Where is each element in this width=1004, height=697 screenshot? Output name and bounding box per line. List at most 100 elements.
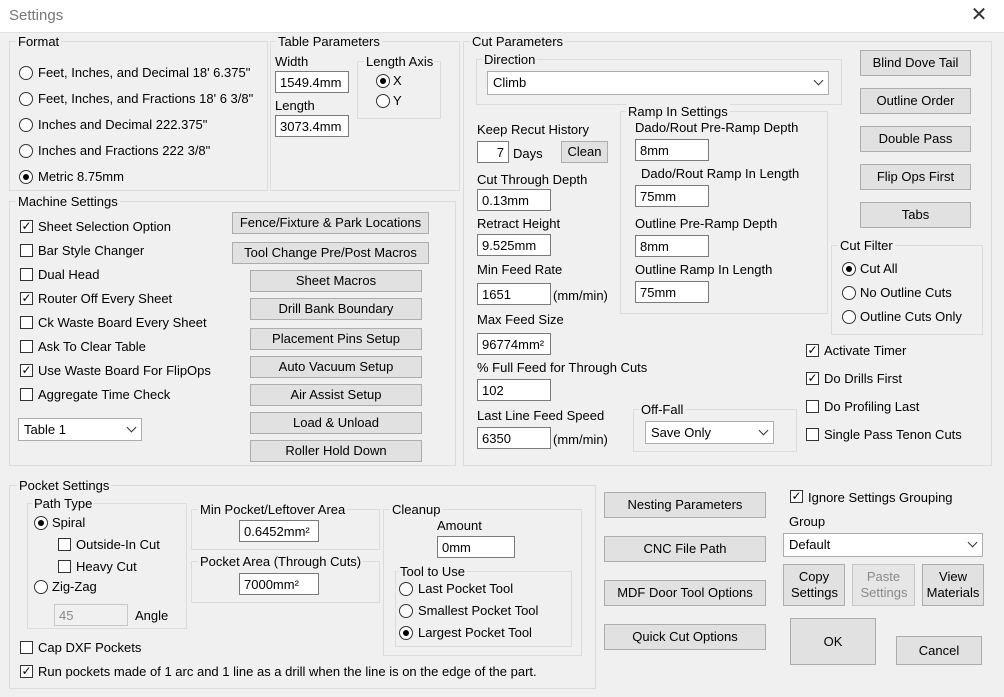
cut-filter-radio[interactable] [842, 286, 856, 300]
pocket-option-button[interactable]: MDF Door Tool Options [604, 580, 766, 606]
max-feed-input[interactable] [477, 333, 551, 355]
cut-option-checkbox[interactable]: ✓ [806, 372, 819, 385]
format-option-radio[interactable] [19, 66, 33, 80]
direction-select[interactable]: Climb [487, 71, 829, 95]
direction-value: Climb [493, 75, 527, 90]
machine-option-checkbox[interactable]: ✓ [20, 220, 33, 233]
axis-x-radio[interactable] [376, 74, 390, 88]
machine-option-checkbox[interactable] [20, 340, 33, 353]
pocket-option-button[interactable]: Quick Cut Options [604, 624, 766, 650]
format-option-label: Inches and Fractions 222 3/8" [38, 143, 211, 158]
copy-settings-button[interactable]: Copy Settings [783, 564, 845, 606]
machine-settings-button[interactable]: Drill Bank Boundary [250, 298, 422, 320]
retract-input[interactable] [477, 234, 551, 256]
machine-option-checkbox[interactable] [20, 388, 33, 401]
spiral-radio[interactable] [34, 516, 48, 530]
cancel-button[interactable]: Cancel [896, 636, 982, 665]
cut-option-button[interactable]: Flip Ops First [860, 164, 971, 190]
ok-button[interactable]: OK [790, 618, 876, 665]
cut-through-input[interactable] [477, 189, 551, 211]
tool-label: Largest Pocket Tool [418, 625, 532, 640]
ramp-title: Ramp In Settings [626, 104, 730, 119]
width-input[interactable] [275, 71, 349, 93]
machine-option-checkbox[interactable]: ✓ [20, 364, 33, 377]
machine-option-label: Use Waste Board For FlipOps [38, 363, 211, 378]
cut-option-button[interactable]: Outline Order [860, 88, 971, 114]
format-option-radio[interactable] [19, 170, 33, 184]
machine-settings-button[interactable]: Load & Unload [250, 412, 422, 434]
run-pockets-checkbox[interactable]: ✓ [20, 665, 33, 678]
outline-pre-label: Outline Pre-Ramp Depth [635, 216, 778, 231]
tool-radio[interactable] [399, 604, 413, 618]
dado-pre-input[interactable] [635, 139, 709, 161]
keep-recut-input[interactable] [477, 141, 509, 163]
offfall-title: Off-Fall [639, 402, 686, 417]
keep-recut-label: Keep Recut History [477, 122, 589, 137]
close-icon[interactable]: ✕ [968, 4, 990, 26]
cut-option-checkbox[interactable] [806, 428, 819, 441]
cut-option-button[interactable]: Blind Dove Tail [860, 50, 971, 76]
angle-input[interactable] [54, 604, 128, 626]
group-select[interactable]: Default [783, 533, 983, 557]
offfall-select[interactable]: Save Only [645, 421, 774, 444]
heavy-cut-checkbox[interactable] [58, 560, 71, 573]
machine-option-checkbox[interactable] [20, 244, 33, 257]
heavy-cut-label: Heavy Cut [76, 559, 137, 574]
pct-feed-input[interactable] [477, 379, 551, 401]
machine-settings-button[interactable]: Placement Pins Setup [250, 328, 422, 350]
cut-option-checkbox[interactable]: ✓ [806, 344, 819, 357]
amount-input[interactable] [437, 536, 515, 558]
max-feed-label: Max Feed Size [477, 312, 564, 327]
machine-settings-button[interactable]: Roller Hold Down [250, 440, 422, 462]
cut-filter-radio[interactable] [842, 262, 856, 276]
outline-pre-input[interactable] [635, 235, 709, 257]
machine-settings-button[interactable]: Air Assist Setup [250, 384, 422, 406]
paste-settings-label: Paste Settings [860, 569, 908, 600]
machine-option-checkbox[interactable] [20, 268, 33, 281]
machine-option-label: Dual Head [38, 267, 100, 282]
dado-len-input[interactable] [635, 185, 709, 207]
paste-settings-button[interactable]: Paste Settings [852, 564, 915, 606]
axis-y-radio[interactable] [376, 94, 390, 108]
cap-dxf-checkbox[interactable] [20, 641, 33, 654]
min-feed-input[interactable] [477, 283, 551, 305]
machine-option-checkbox[interactable]: ✓ [20, 292, 33, 305]
tool-radio[interactable] [399, 626, 413, 640]
machine-option-label: Aggregate Time Check [38, 387, 171, 402]
cut-params-title: Cut Parameters [470, 34, 566, 49]
view-materials-button[interactable]: View Materials [922, 564, 984, 606]
outside-in-label: Outside-In Cut [76, 537, 160, 552]
last-line-input[interactable] [477, 427, 551, 449]
length-input[interactable] [275, 115, 349, 137]
pocket-option-button[interactable]: Nesting Parameters [604, 492, 766, 518]
machine-settings-button[interactable]: Fence/Fixture & Park Locations [232, 212, 429, 234]
machine-option-checkbox[interactable] [20, 316, 33, 329]
pocket-option-button[interactable]: CNC File Path [604, 536, 766, 562]
format-group-title: Format [16, 34, 62, 49]
clean-button[interactable]: Clean [561, 141, 608, 163]
machine-settings-button[interactable]: Tool Change Pre/Post Macros [232, 242, 429, 264]
machine-settings-button[interactable]: Auto Vacuum Setup [250, 356, 422, 378]
format-option-radio[interactable] [19, 92, 33, 106]
offfall-value: Save Only [651, 425, 711, 440]
format-option-radio[interactable] [19, 144, 33, 158]
ignore-grouping-checkbox[interactable]: ✓ [790, 490, 803, 503]
cut-filter-radio[interactable] [842, 310, 856, 324]
tool-radio[interactable] [399, 582, 413, 596]
spiral-label: Spiral [52, 515, 86, 530]
machine-settings-button[interactable]: Sheet Macros [250, 270, 422, 292]
zigzag-radio[interactable] [34, 580, 48, 594]
copy-settings-label: Copy Settings [791, 569, 838, 600]
cut-option-label: Do Drills First [824, 371, 902, 386]
cut-option-button[interactable]: Double Pass [860, 126, 971, 152]
cleanup-title: Cleanup [390, 502, 443, 517]
pocket-area-input[interactable] [239, 573, 319, 595]
cut-option-button[interactable]: Tabs [860, 202, 971, 228]
table-select[interactable]: Table 1 [18, 418, 142, 441]
format-option-radio[interactable] [19, 118, 33, 132]
cut-option-checkbox[interactable] [806, 400, 819, 413]
outline-len-input[interactable] [635, 281, 709, 303]
outside-in-checkbox[interactable] [58, 538, 71, 551]
dado-len-label: Dado/Rout Ramp In Length [641, 166, 800, 181]
min-pocket-input[interactable] [239, 520, 319, 542]
